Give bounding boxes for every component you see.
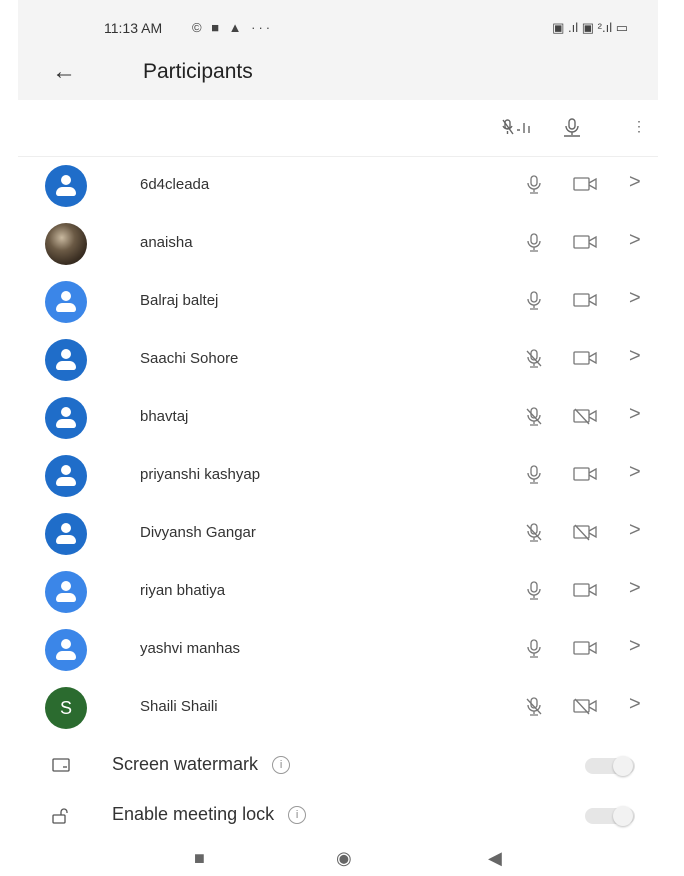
avatar-person-icon [45,281,87,323]
system-nav-bar: ■ ◉ ◀ [18,842,658,876]
watermark-toggle[interactable] [585,756,635,776]
mic-icon[interactable] [525,175,543,195]
chevron-right-icon[interactable]: > [629,287,641,310]
video-icon[interactable] [573,639,599,657]
participant-name: yashvi manhas [140,640,241,657]
person-icon [52,578,80,606]
video-off-icon[interactable] [573,523,599,541]
setting-label: Enable meeting lock i [112,804,307,825]
header: ← Participants [18,52,658,100]
mic-icon[interactable] [525,465,543,485]
video-icon[interactable] [573,349,599,367]
chevron-right-icon[interactable]: > [629,635,641,658]
setting-row-watermark: Screen watermark i [18,740,658,790]
mic-icon[interactable] [525,291,543,311]
participant-row[interactable]: Balraj baltej > [18,273,658,331]
participant-name: Shaili Shaili [140,698,218,715]
avatar-person-icon [45,339,87,381]
recents-icon[interactable]: ■ [194,848,205,869]
toggle-knob [613,756,633,776]
participant-name: anaisha [140,234,193,251]
participant-row[interactable]: Saachi Sohore > [18,331,658,389]
participant-row[interactable]: 6d4cleada > [18,157,658,215]
video-icon[interactable] [573,233,599,251]
participant-row[interactable]: Divyansh Gangar > [18,505,658,563]
video-icon[interactable] [573,581,599,599]
mute-all-icon[interactable] [502,118,536,141]
participant-row[interactable]: priyanshi kashyap > [18,447,658,505]
person-icon [52,462,80,490]
mic-icon[interactable] [525,233,543,253]
more-vert-icon[interactable]: ⋮ [632,118,646,135]
avatar-person-icon [45,513,87,555]
info-icon[interactable]: i [272,756,291,774]
setting-row-meeting-lock: Enable meeting lock i [18,790,658,840]
chevron-right-icon[interactable]: > [629,461,641,484]
participant-name: Divyansh Gangar [140,524,256,541]
toggle-knob [613,806,633,826]
person-icon [52,346,80,374]
mic-off-icon[interactable] [525,523,543,543]
avatar-initial: S [45,687,87,729]
mic-icon[interactable] [525,639,543,659]
participant-name: riyan bhatiya [140,582,226,599]
chevron-right-icon[interactable]: > [629,403,641,426]
notification-icons: © ■ ▲ ··· [192,20,274,35]
participant-name: Balraj baltej [140,292,219,309]
mic-icon[interactable] [525,581,543,601]
participant-row[interactable]: bhavtaj > [18,389,658,447]
participants-toolbar: ⋮ [18,100,658,157]
signal-battery-icons: ▣ .ıl ▣ ².ıl ▭ [552,20,628,35]
page-title: Participants [143,60,253,83]
chevron-right-icon[interactable]: > [629,171,641,194]
mic-off-icon[interactable] [525,697,543,717]
lock-icon [52,808,70,829]
video-off-icon[interactable] [573,697,599,715]
back-arrow-icon[interactable]: ← [52,58,76,86]
avatar-person-icon [45,571,87,613]
participant-row[interactable]: yashvi manhas > [18,621,658,679]
app-frame: 11:13 AM © ■ ▲ ··· ▣ .ıl ▣ ².ıl ▭ ← Part… [18,0,658,876]
meeting-lock-toggle[interactable] [585,806,635,826]
person-icon [52,172,80,200]
video-icon[interactable] [573,175,599,193]
home-icon[interactable]: ◉ [336,848,352,869]
participant-row[interactable]: riyan bhatiya > [18,563,658,621]
chevron-right-icon[interactable]: > [629,693,641,716]
setting-label: Screen watermark i [112,754,291,775]
mic-off-icon[interactable] [525,407,543,427]
mic-off-icon[interactable] [525,349,543,369]
meeting-settings: Screen watermark i Enable meeting lock i [18,740,658,840]
avatar-person-icon [45,455,87,497]
nav-back-icon[interactable]: ◀ [488,848,502,869]
avatar-person-icon [45,165,87,207]
status-bar: 11:13 AM © ■ ▲ ··· ▣ .ıl ▣ ².ıl ▭ [18,0,658,52]
avatar-person-icon [45,397,87,439]
chevron-right-icon[interactable]: > [629,345,641,368]
avatar-photo [45,223,87,265]
info-icon[interactable]: i [288,806,307,824]
person-icon [52,636,80,664]
person-icon [52,404,80,432]
video-icon[interactable] [573,465,599,483]
watermark-icon [52,758,70,777]
person-icon [52,520,80,548]
participant-name: bhavtaj [140,408,189,425]
participant-name: priyanshi kashyap [140,466,261,483]
video-off-icon[interactable] [573,407,599,425]
participant-row[interactable]: S Shaili Shaili > [18,679,658,737]
video-icon[interactable] [573,291,599,309]
participant-name: Saachi Sohore [140,350,239,367]
participant-name: 6d4cleada [140,176,210,193]
person-icon [52,288,80,316]
participant-list: 6d4cleada > anaisha > Balraj baltej > Saachi S… [18,157,658,737]
chevron-right-icon[interactable]: > [629,577,641,600]
unmute-all-icon[interactable] [561,118,585,143]
avatar-person-icon [45,629,87,671]
chevron-right-icon[interactable]: > [629,519,641,542]
status-time: 11:13 AM [104,20,163,36]
participant-row[interactable]: anaisha > [18,215,658,273]
chevron-right-icon[interactable]: > [629,229,641,252]
